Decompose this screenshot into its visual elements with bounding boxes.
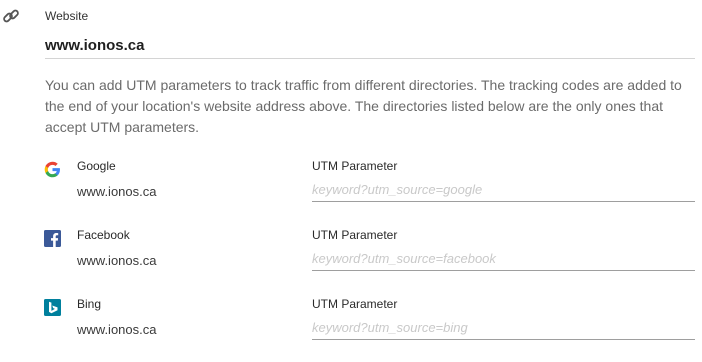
directory-row-bing: Bing www.ionos.ca UTM Parameter <box>0 293 702 362</box>
directory-url: www.ionos.ca <box>77 184 157 199</box>
link-icon <box>2 7 20 25</box>
utm-parameter-label: UTM Parameter <box>312 228 398 242</box>
directory-name: Facebook <box>77 228 130 242</box>
utm-parameter-label: UTM Parameter <box>312 297 398 311</box>
utm-parameter-label: UTM Parameter <box>312 159 398 173</box>
utm-parameter-input-bing[interactable] <box>312 315 695 340</box>
directory-row-google: Google www.ionos.ca UTM Parameter <box>0 155 702 224</box>
utm-help-text: You can add UTM parameters to track traf… <box>45 77 682 135</box>
bing-icon <box>44 299 61 316</box>
directory-row-facebook: Facebook www.ionos.ca UTM Parameter <box>0 224 702 293</box>
utm-parameter-input-google[interactable] <box>312 177 695 202</box>
directory-url: www.ionos.ca <box>77 322 157 337</box>
directory-name: Bing <box>77 297 102 311</box>
website-field[interactable]: www.ionos.ca <box>45 36 695 59</box>
website-label: Website <box>45 9 89 23</box>
directory-name: Google <box>77 159 116 173</box>
directory-url: www.ionos.ca <box>77 253 157 268</box>
utm-parameter-input-facebook[interactable] <box>312 246 695 271</box>
google-icon <box>44 161 61 178</box>
facebook-icon <box>44 230 61 247</box>
